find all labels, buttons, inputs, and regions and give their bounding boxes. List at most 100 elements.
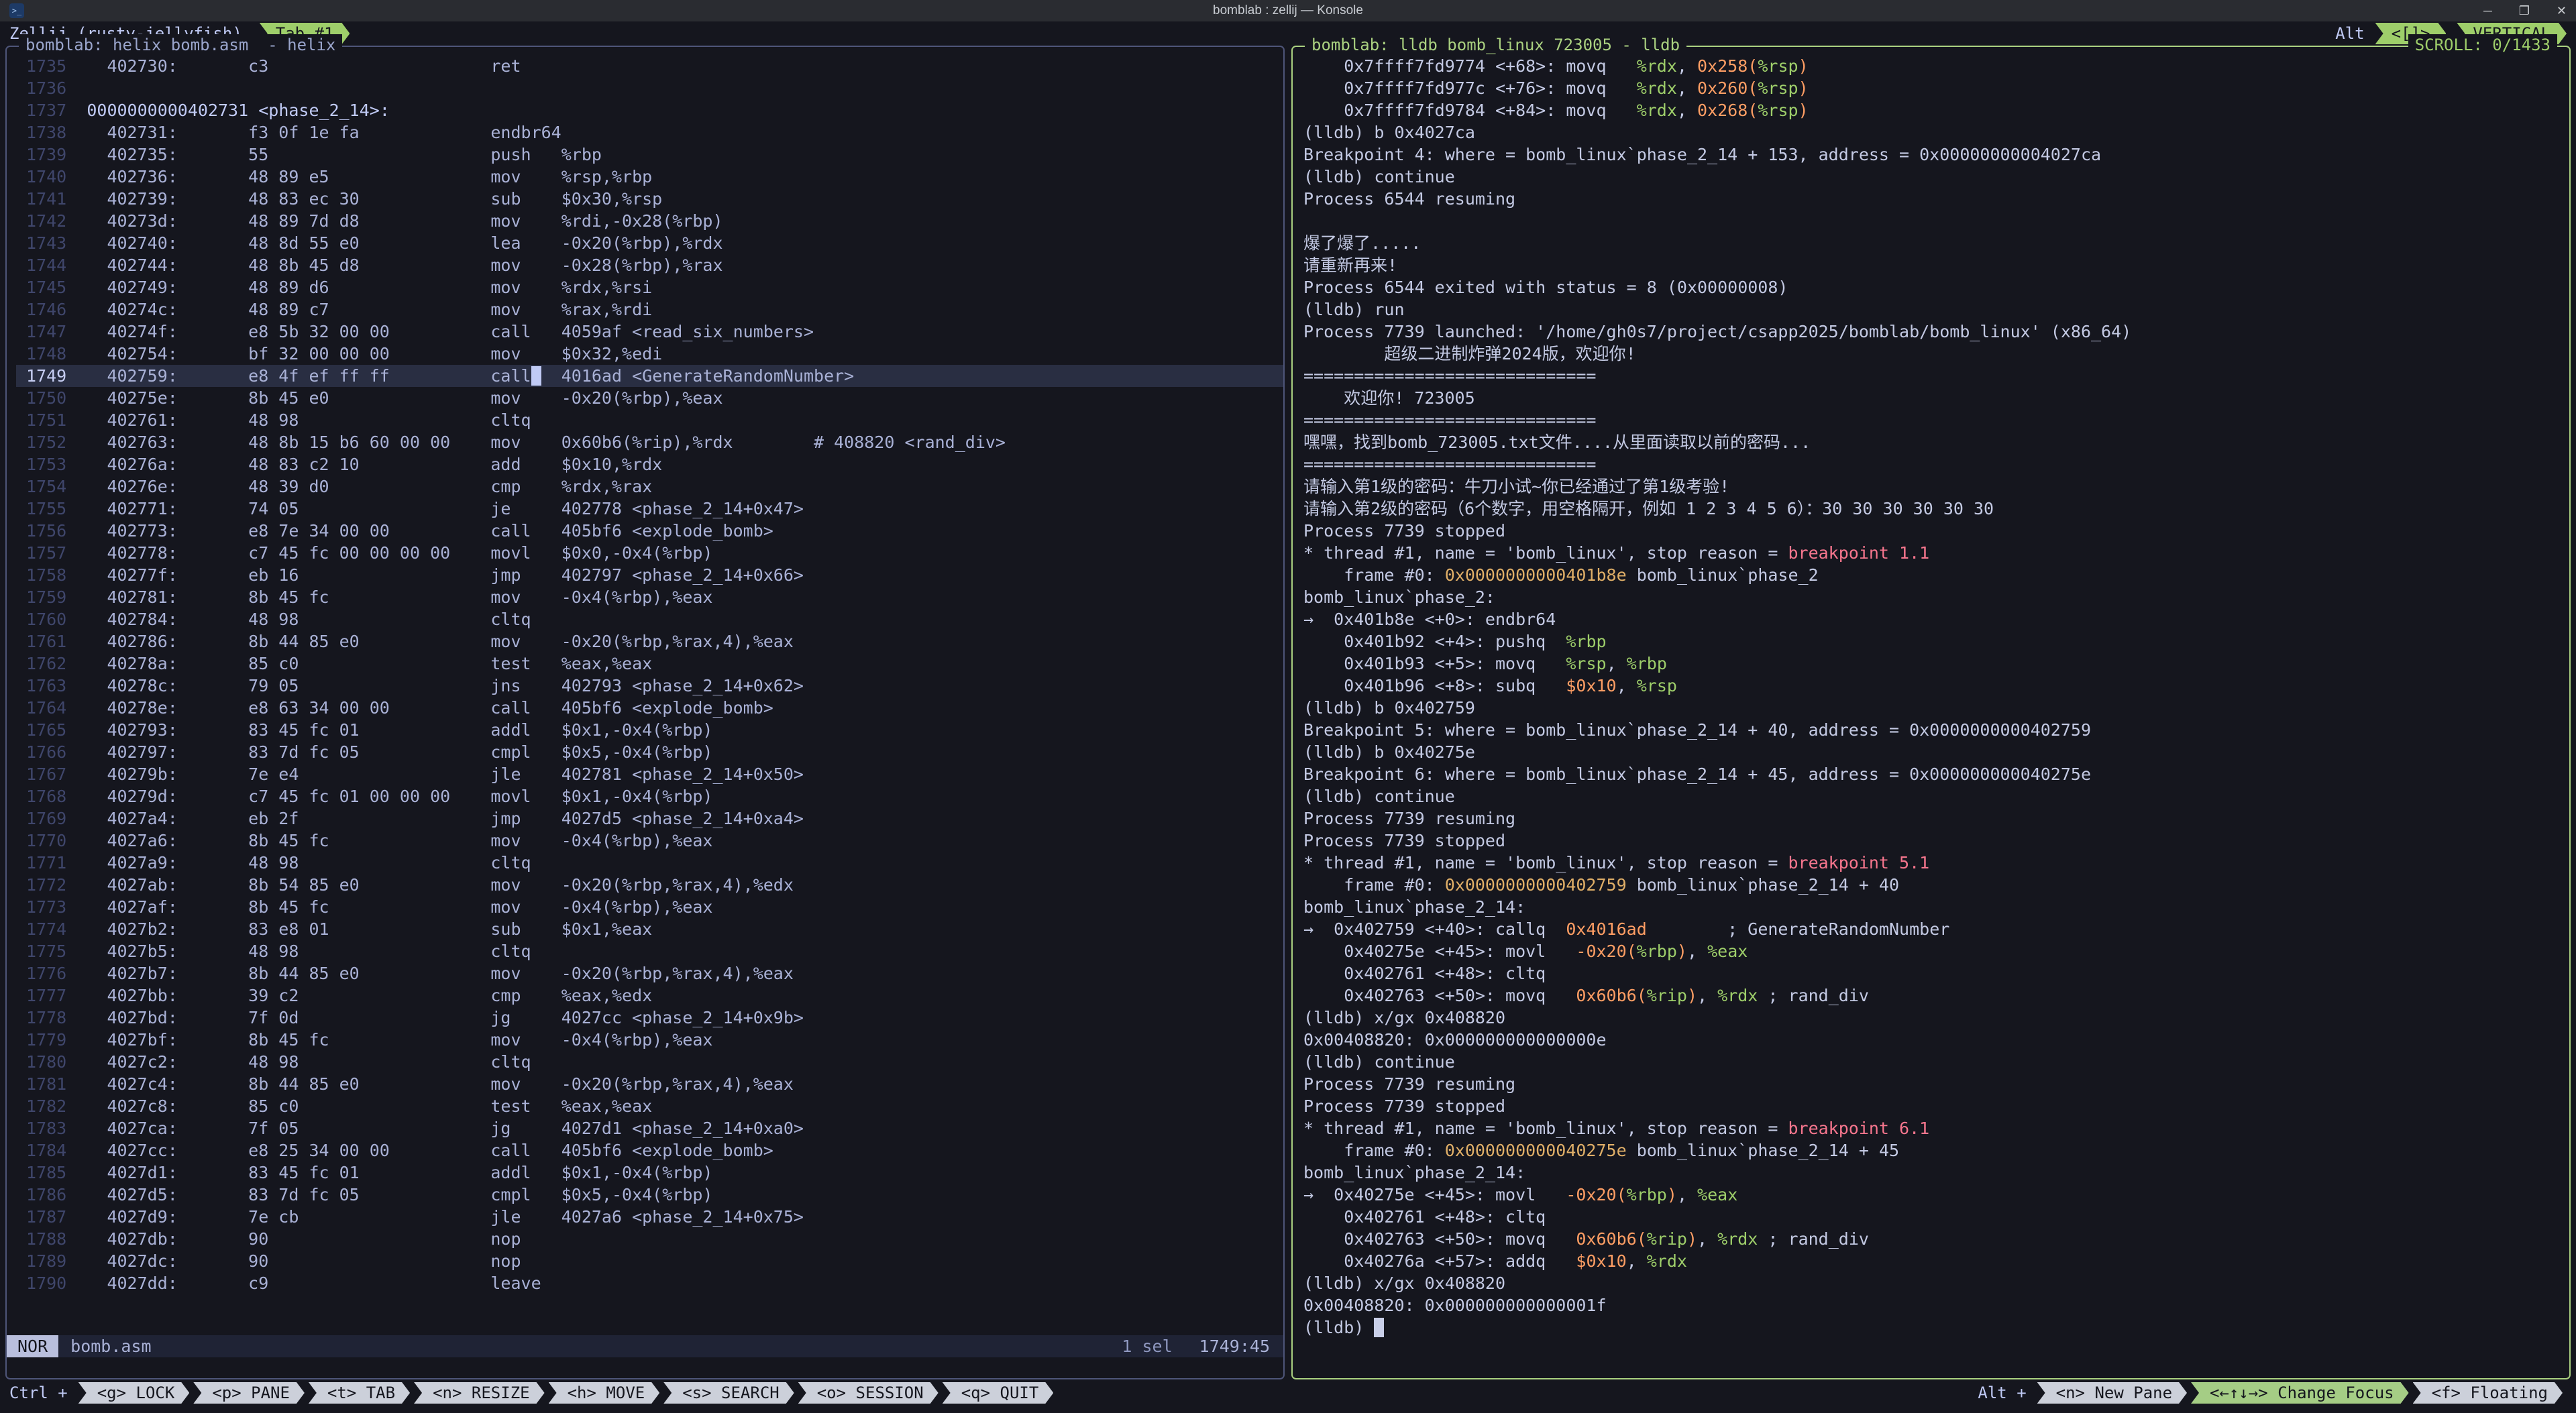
terminal-line: (lldb) continue [1303,166,2567,188]
editor-line[interactable]: 1738402731:f3 0f 1e faendbr64 [16,121,1283,144]
editor-line[interactable]: 17824027c8:85 c0test %eax,%eax [16,1095,1283,1117]
terminal-line: 0x401b92 <+4>: pushq %rbp [1303,630,2567,653]
editor-line[interactable]: 17794027bf:8b 45 fcmov -0x4(%rbp),%eax [16,1029,1283,1051]
editor-line[interactable]: 1760402784:48 98cltq [16,608,1283,630]
editor-line[interactable]: 174240273d:48 89 7d d8mov %rdi,-0x28(%rb… [16,210,1283,232]
maximize-button[interactable]: ❐ [2519,4,2530,18]
editor-line[interactable]: 1759402781:8b 45 fcmov -0x4(%rbp),%eax [16,586,1283,608]
keybind-key: <q> [961,1383,990,1402]
editor-line[interactable]: 17804027c2:48 98cltq [16,1051,1283,1073]
editor-line[interactable]: 174740274f:e8 5b 32 00 00call 4059af <re… [16,321,1283,343]
terminal-line: 爆了爆了..... [1303,232,2567,254]
keybind-pill[interactable]: <g> LOCK [78,1382,190,1404]
editor-code-area[interactable]: 1735402730:c3ret173617370000000000402731… [7,55,1283,1335]
terminal-line: * thread #1, name = 'bomb_linux', stop r… [1303,542,2567,564]
editor-line[interactable]: 17844027cc:e8 25 34 00 00call 405bf6 <ex… [16,1139,1283,1162]
terminal-line: (lldb) run [1303,298,2567,321]
keybind-label: New Pane [2094,1383,2172,1402]
lldb-pane[interactable]: bomblab: lldb bomb_linux 723005 - lldb S… [1291,46,2571,1379]
editor-line[interactable]: 17904027dd:c9leave [16,1272,1283,1294]
editor-line[interactable]: 175840277f:eb 16jmp 402797 <phase_2_14+0… [16,564,1283,586]
editor-line[interactable]: 1756402773:e8 7e 34 00 00call 405bf6 <ex… [16,520,1283,542]
editor-line[interactable]: 17370000000000402731 <phase_2_14>: [16,99,1283,121]
editor-line[interactable]: 1761402786:8b 44 85 e0mov -0x20(%rbp,%ra… [16,630,1283,653]
editor-line[interactable]: 17894027dc:90nop [16,1250,1283,1272]
editor-line[interactable]: 17784027bd:7f 0djg 4027cc <phase_2_14+0x… [16,1007,1283,1029]
editor-line[interactable]: 1749402759:e8 4f ef ff ffcall 4016ad <Ge… [16,365,1283,387]
editor-line[interactable]: 17854027d1:83 45 fc 01addl $0x1,-0x4(%rb… [16,1162,1283,1184]
editor-line[interactable]: 1739402735:55push %rbp [16,144,1283,166]
terminal-line: Process 6544 resuming [1303,188,2567,210]
alt-hint-label: Alt [2335,24,2364,43]
editor-line[interactable]: 1755402771:74 05je 402778 <phase_2_14+0x… [16,498,1283,520]
editor-line[interactable]: 1740402736:48 89 e5mov %rsp,%rbp [16,166,1283,188]
terminal-line: Process 6544 exited with status = 8 (0x0… [1303,276,2567,298]
editor-line[interactable]: 1744402744:48 8b 45 d8mov -0x28(%rbp),%r… [16,254,1283,276]
editor-line[interactable]: 17874027d9:7e cbjle 4027a6 <phase_2_14+0… [16,1206,1283,1228]
terminal-line: 请重新再来! [1303,254,2567,276]
editor-line[interactable]: 176740279b:7e e4jle 402781 <phase_2_14+0… [16,763,1283,785]
editor-line[interactable]: 176440278e:e8 63 34 00 00call 405bf6 <ex… [16,697,1283,719]
editor-line[interactable]: 1748402754:bf 32 00 00 00mov $0x32,%edi [16,343,1283,365]
mode-indicator: NOR [7,1335,58,1357]
editor-line[interactable]: 17754027b5:48 98cltq [16,940,1283,962]
editor-line[interactable]: 17734027af:8b 45 fcmov -0x4(%rbp),%eax [16,896,1283,918]
editor-line[interactable]: 17774027bb:39 c2cmp %eax,%edx [16,984,1283,1007]
keybind-pill[interactable]: <p> PANE [193,1382,305,1404]
editor-line[interactable]: 17714027a9:48 98cltq [16,852,1283,874]
close-button[interactable]: ✕ [2557,4,2567,18]
keybind-pill[interactable]: <s> SEARCH [663,1382,794,1404]
editor-line[interactable]: 17704027a6:8b 45 fcmov -0x4(%rbp),%eax [16,830,1283,852]
editor-line[interactable]: 17884027db:90nop [16,1228,1283,1250]
editor-line[interactable]: 17724027ab:8b 54 85 e0mov -0x20(%rbp,%ra… [16,874,1283,896]
editor-line[interactable]: 1736 [16,77,1283,99]
editor-line[interactable]: 174640274c:48 89 c7mov %rax,%rdi [16,298,1283,321]
editor-line[interactable]: 17864027d5:83 7d fc 05cmpl $0x5,-0x4(%rb… [16,1184,1283,1206]
keybind-pill[interactable]: <t> TAB [309,1382,410,1404]
editor-line[interactable]: 1743402740:48 8d 55 e0lea -0x20(%rbp),%r… [16,232,1283,254]
editor-line[interactable]: 176340278c:79 05jns 402793 <phase_2_14+0… [16,675,1283,697]
terminal-line: (lldb) x/gx 0x408820 [1303,1007,2567,1029]
minimize-button[interactable]: ─ [2483,4,2492,18]
editor-line[interactable]: 1752402763:48 8b 15 b6 60 00 00mov 0x60b… [16,431,1283,453]
editor-line[interactable]: 1735402730:c3ret [16,55,1283,77]
editor-line[interactable]: 175440276e:48 39 d0cmp %rdx,%rax [16,475,1283,498]
keybind-pill[interactable]: <n> New Pane [2037,1382,2187,1404]
editor-line[interactable]: 1751402761:48 98cltq [16,409,1283,431]
keybind-pill[interactable]: <n> RESIZE [414,1382,545,1404]
terminal-line: bomb_linux`phase_2_14: [1303,1162,2567,1184]
editor-line[interactable]: 1765402793:83 45 fc 01addl $0x1,-0x4(%rb… [16,719,1283,741]
file-name: bomb.asm [70,1337,151,1356]
editor-line[interactable]: 1766402797:83 7d fc 05cmpl $0x5,-0x4(%rb… [16,741,1283,763]
keybind-label: Change Focus [2277,1383,2394,1402]
keybind-key: <n> [2056,1383,2085,1402]
keybind-label: SEARCH [721,1383,780,1402]
editor-line[interactable]: 17834027ca:7f 05jg 4027d1 <phase_2_14+0x… [16,1117,1283,1139]
keybind-pill[interactable]: <o> SESSION [798,1382,938,1404]
editor-line[interactable]: 1741402739:48 83 ec 30sub $0x30,%rsp [16,188,1283,210]
editor-line[interactable]: 17764027b7:8b 44 85 e0mov -0x20(%rbp,%ra… [16,962,1283,984]
helix-pane[interactable]: bomblab: helix bomb.asm - helix 17354027… [5,46,1285,1379]
editor-line[interactable]: 17744027b2:83 e8 01sub $0x1,%eax [16,918,1283,940]
editor-line[interactable]: 1757402778:c7 45 fc 00 00 00 00movl $0x0… [16,542,1283,564]
keybind-pill[interactable]: <q> QUIT [943,1382,1054,1404]
helix-pane-title: bomblab: helix bomb.asm - helix [19,34,342,56]
terminal-line: 0x7ffff7fd9784 <+84>: movq %rdx, 0x268(%… [1303,99,2567,121]
editor-line[interactable]: 176240278a:85 c0test %eax,%eax [16,653,1283,675]
keybind-pill[interactable]: <f> Floating [2413,1382,2563,1404]
editor-line[interactable]: 17694027a4:eb 2fjmp 4027d5 <phase_2_14+0… [16,807,1283,830]
editor-line[interactable]: 176840279d:c7 45 fc 01 00 00 00movl $0x1… [16,785,1283,807]
editor-line[interactable]: 175040275e:8b 45 e0mov -0x20(%rbp),%eax [16,387,1283,409]
terminal-line: frame #0: 0x0000000000402759 bomb_linux`… [1303,874,2567,896]
terminal-line: Process 7739 resuming [1303,807,2567,830]
editor-line[interactable]: 175340276a:48 83 c2 10add $0x10,%rdx [16,453,1283,475]
terminal-line: (lldb) [1303,1316,2567,1339]
editor-line[interactable]: 1745402749:48 89 d6mov %rdx,%rsi [16,276,1283,298]
terminal-line: Process 7739 stopped [1303,830,2567,852]
terminal-line: (lldb) continue [1303,785,2567,807]
lldb-pane-title: bomblab: lldb bomb_linux 723005 - lldb [1305,34,1686,56]
keybind-pill[interactable]: <←↑↓→> Change Focus [2191,1382,2409,1404]
keybind-pill[interactable]: <h> MOVE [549,1382,660,1404]
editor-line[interactable]: 17814027c4:8b 44 85 e0mov -0x20(%rbp,%ra… [16,1073,1283,1095]
terminal-line: Process 7739 launched: '/home/gh0s7/proj… [1303,321,2567,343]
